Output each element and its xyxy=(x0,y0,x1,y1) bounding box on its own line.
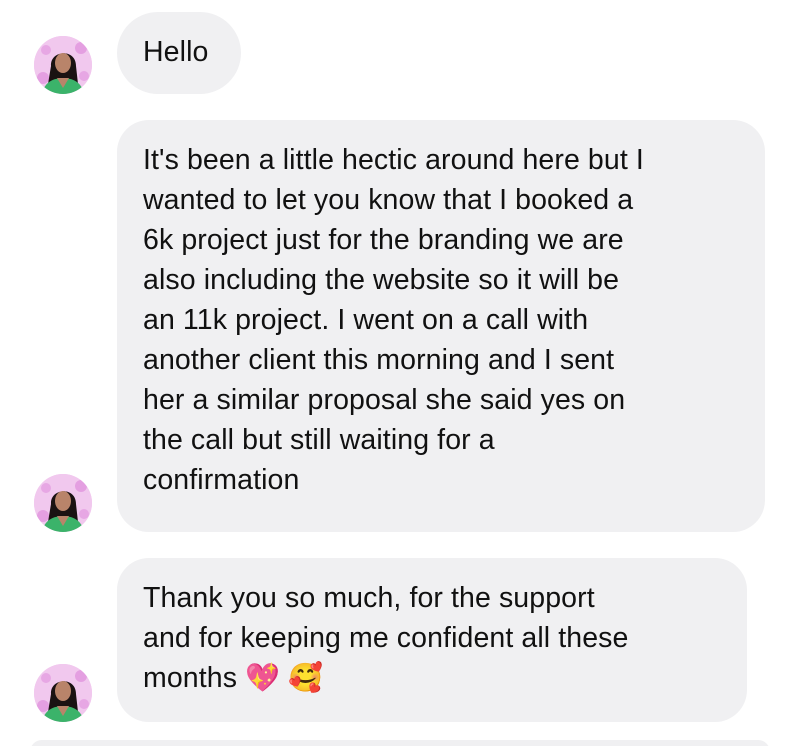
sparkling-heart-emoji: 💖 xyxy=(245,662,281,693)
profile-avatar[interactable] xyxy=(34,664,92,722)
smiling-face-with-hearts-emoji: 🥰 xyxy=(288,662,324,693)
next-message-bubble xyxy=(30,740,770,746)
message-bubble[interactable]: It's been a little hectic around here bu… xyxy=(117,120,765,532)
message-text: It's been a little hectic around here bu… xyxy=(143,144,644,496)
message-text: Hello xyxy=(143,36,209,68)
avatar-image xyxy=(34,474,92,532)
profile-avatar[interactable] xyxy=(34,36,92,94)
message-bubble[interactable]: Hello xyxy=(117,12,241,94)
avatar-image xyxy=(34,664,92,722)
message-bubble[interactable]: Thank you so much, for the support and f… xyxy=(117,558,747,722)
profile-avatar[interactable] xyxy=(34,474,92,532)
avatar-image xyxy=(34,36,92,94)
message-thread: Hello It's been a little hectic around h… xyxy=(0,0,800,746)
message-text: Thank you so much, for the support and f… xyxy=(143,582,629,694)
